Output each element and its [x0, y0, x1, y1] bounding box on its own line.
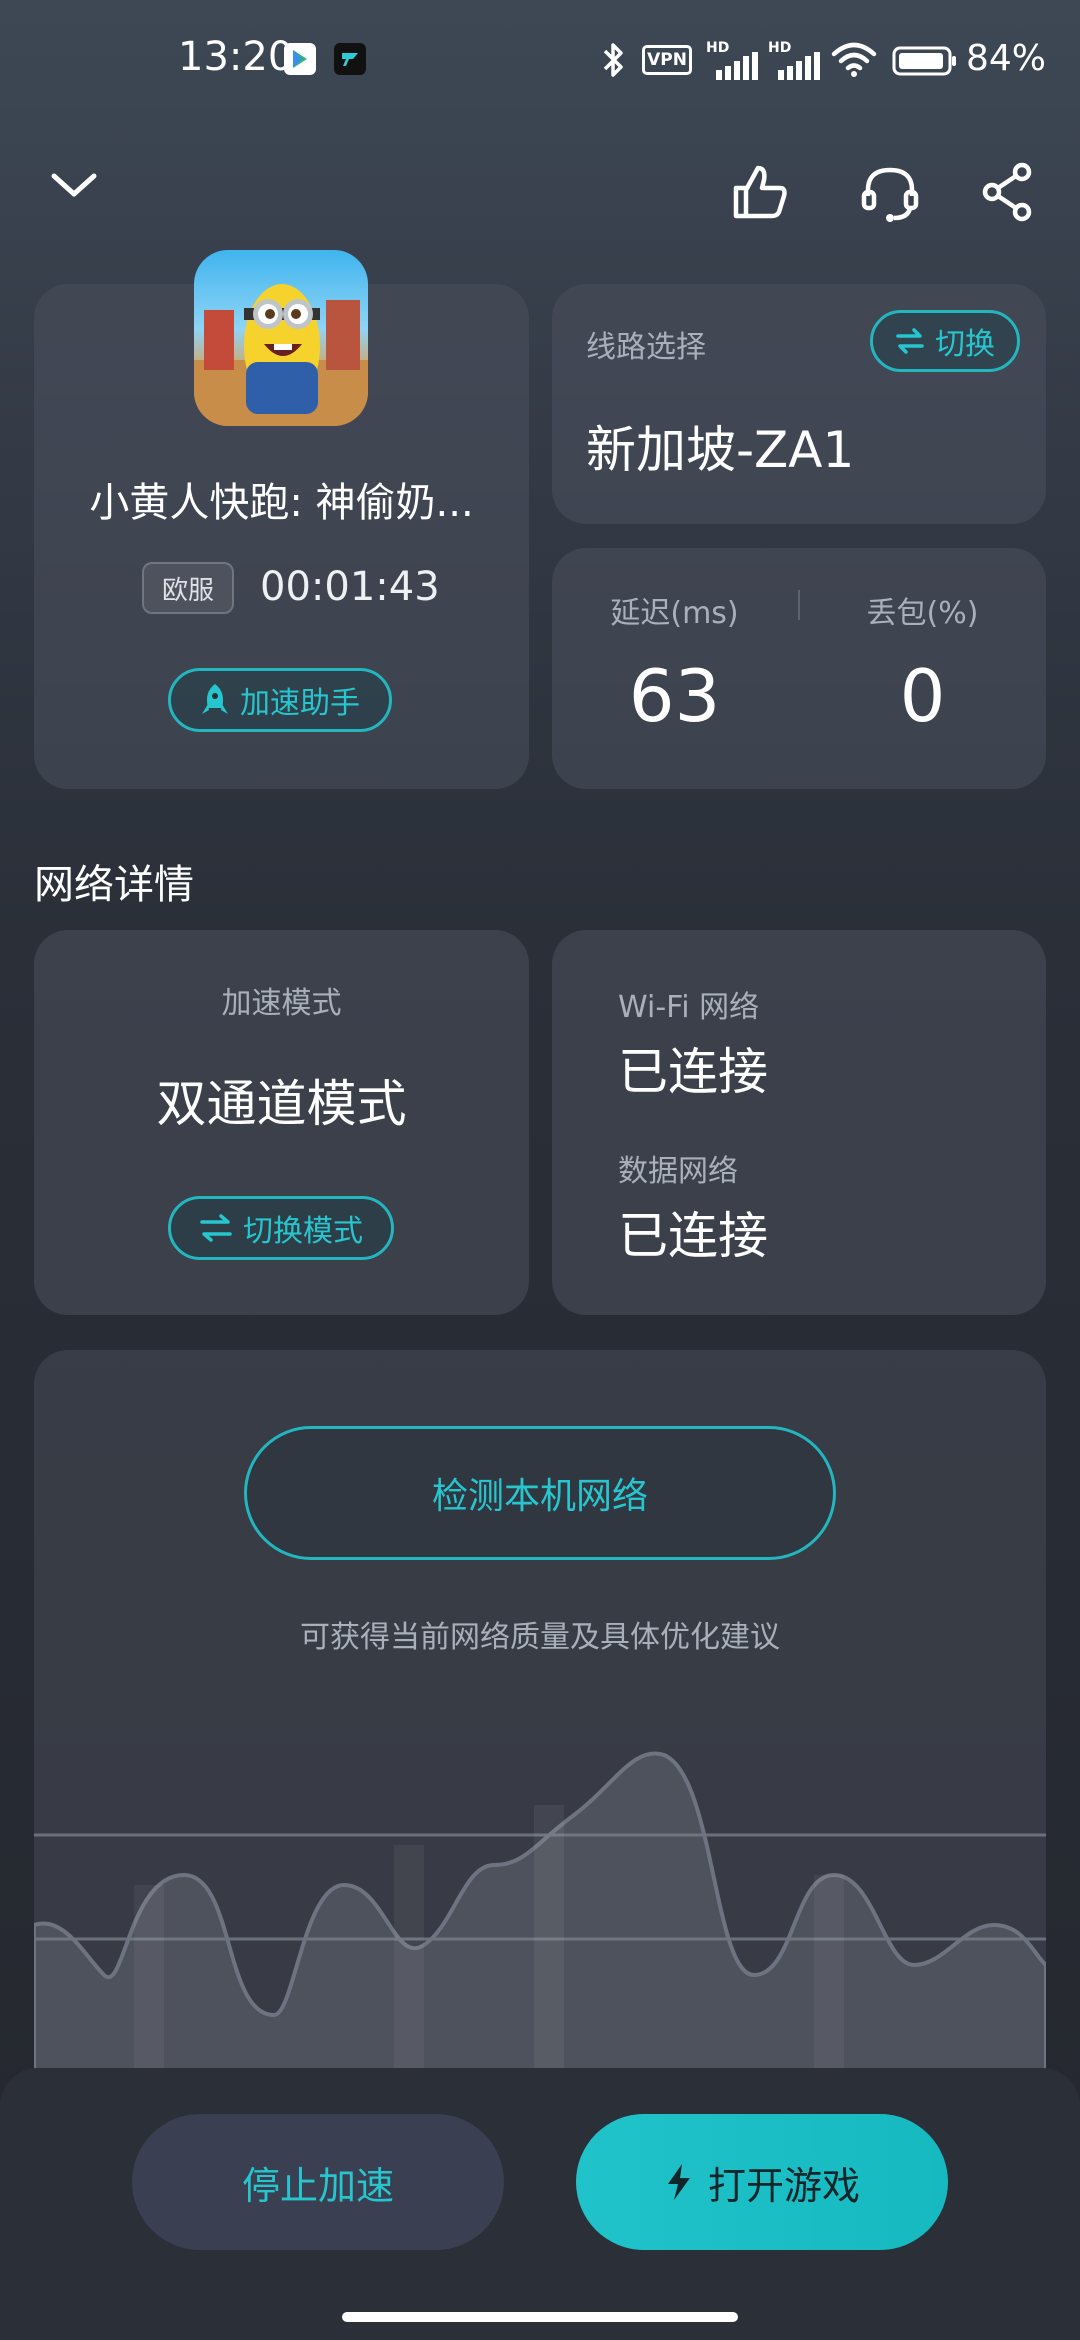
stop-boost-button[interactable]: 停止加速	[132, 2114, 504, 2250]
swap-icon	[200, 1214, 232, 1242]
collapse-button[interactable]	[44, 160, 104, 210]
thumbs-up-icon	[733, 165, 787, 219]
swap-icon	[896, 328, 924, 354]
network-wave-graphic	[34, 1751, 1046, 2110]
headset-icon	[861, 167, 919, 222]
game-title: 小黄人快跑: 神偷奶...	[89, 480, 474, 526]
signal-icon-1: HD	[706, 40, 758, 80]
region-badge: 欧服	[142, 562, 234, 614]
route-switch-button[interactable]: 切换	[870, 310, 1020, 372]
rocket-icon	[202, 684, 228, 714]
status-time: 13:20	[178, 34, 294, 80]
loss-value: 0	[899, 654, 946, 738]
section-title: 网络详情	[34, 862, 194, 908]
detect-hint: 可获得当前网络质量及具体优化建议	[300, 1620, 780, 1655]
bluetooth-icon	[596, 38, 632, 82]
switch-mode-button[interactable]: 切换模式	[168, 1196, 394, 1260]
open-game-button[interactable]: 打开游戏	[576, 2114, 948, 2250]
chart-area	[34, 1725, 1046, 2110]
app-notification-icon	[334, 43, 366, 75]
lightning-icon	[667, 2164, 690, 2200]
battery-icon	[892, 46, 958, 76]
loss-label: 丢包(%)	[866, 596, 979, 631]
share-button[interactable]	[978, 160, 1038, 224]
session-timer: 00:01:43	[260, 564, 440, 610]
detect-network-button[interactable]: 检测本机网络	[244, 1426, 836, 1560]
wifi-status: 已连接	[618, 1043, 768, 1101]
data-network-status: 已连接	[618, 1207, 768, 1265]
latency-label: 延迟(ms)	[610, 596, 739, 631]
route-label: 线路选择	[586, 330, 706, 365]
mode-value: 双通道模式	[156, 1075, 407, 1133]
share-icon	[982, 162, 1032, 222]
vpn-badge: VPN	[642, 45, 692, 75]
wifi-icon	[830, 40, 878, 80]
game-icon[interactable]	[194, 250, 368, 426]
route-server: 新加坡-ZA1	[586, 421, 855, 479]
signal-icon-2: HD	[768, 40, 820, 80]
wifi-label: Wi-Fi 网络	[618, 990, 760, 1025]
boost-assistant-button[interactable]: 加速助手	[168, 668, 392, 732]
support-button[interactable]	[858, 160, 922, 224]
latency-value: 63	[628, 654, 721, 738]
battery-percent: 84%	[966, 38, 1047, 79]
play-store-icon	[284, 43, 316, 75]
status-bar: 13:20 VPN HD HD 84%	[0, 0, 1080, 120]
chevron-down-icon	[51, 173, 97, 197]
data-network-label: 数据网络	[618, 1154, 738, 1189]
like-button[interactable]	[728, 160, 792, 224]
mode-label: 加速模式	[221, 986, 342, 1021]
home-indicator[interactable]	[342, 2312, 738, 2322]
